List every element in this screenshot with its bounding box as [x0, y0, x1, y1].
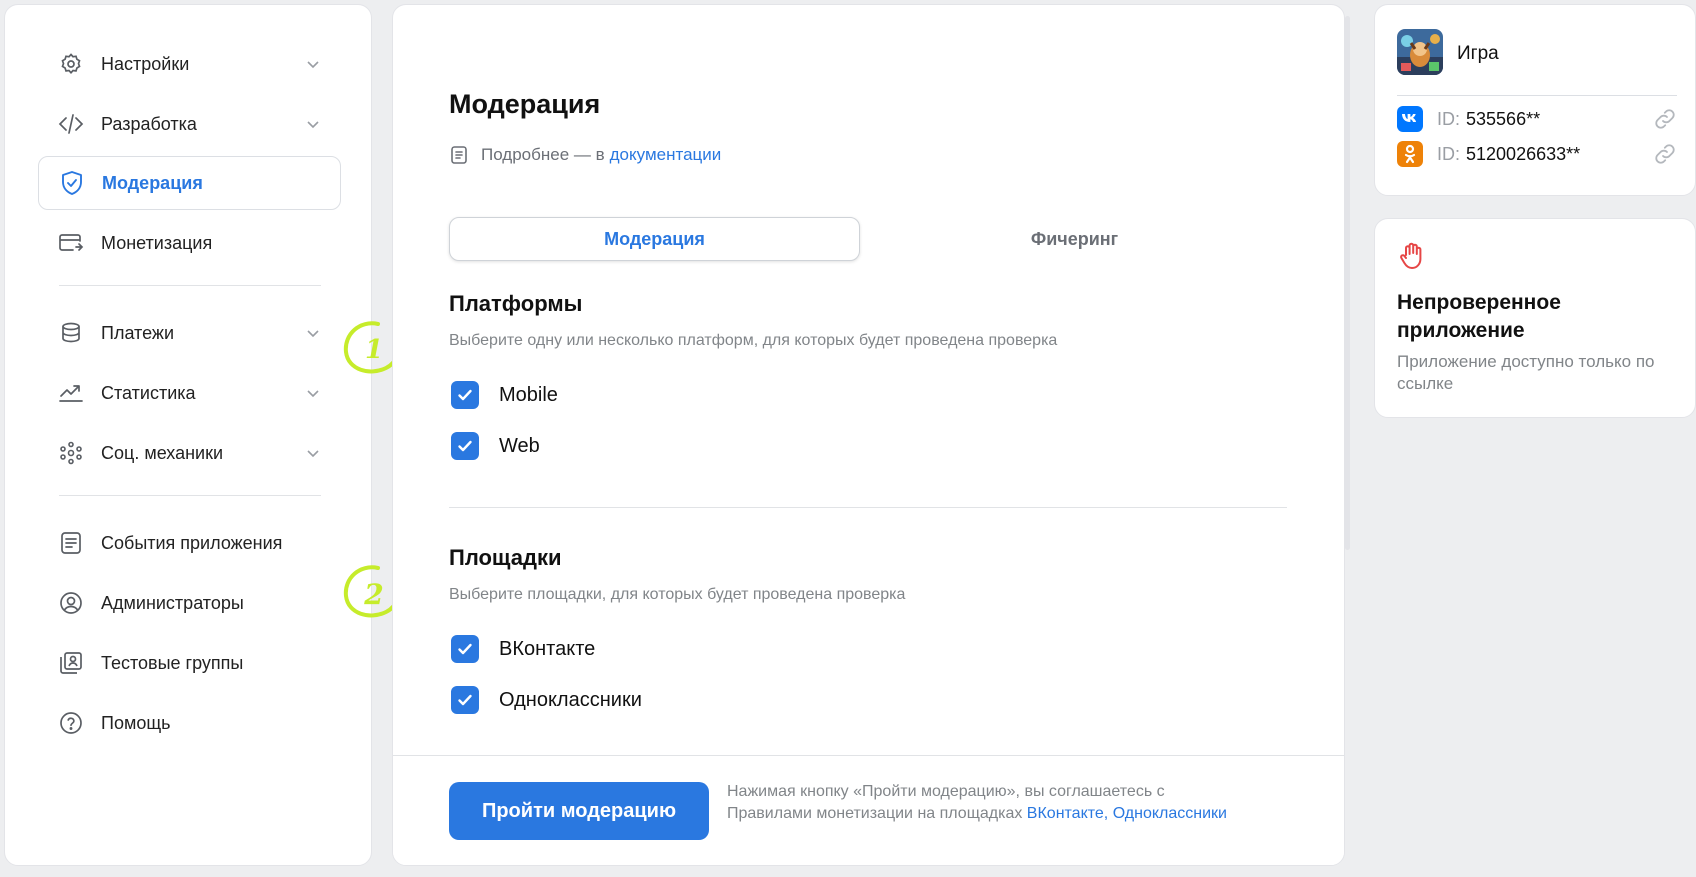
svg-text:2: 2 — [363, 578, 383, 611]
sidebar-item-admins[interactable]: Администраторы — [38, 576, 341, 630]
app-name: Игра — [1457, 43, 1499, 64]
venues-title: Площадки — [449, 545, 562, 570]
sidebar: Настройки Разработка Модерация Монетизац… — [4, 4, 372, 866]
checkbox-checked[interactable] — [451, 686, 479, 714]
docs-hint: Подробнее — в документации — [449, 145, 721, 165]
sidebar-item-settings[interactable]: Настройки — [38, 37, 341, 91]
chevron-down-icon — [307, 61, 319, 69]
sidebar-item-payments[interactable]: Платежи — [38, 306, 341, 360]
tab-moderation[interactable]: Модерация — [449, 217, 860, 261]
checkmark-icon — [458, 389, 472, 401]
chevron-down-icon — [307, 390, 319, 398]
scrollbar[interactable] — [1345, 16, 1350, 550]
card-divider — [1397, 95, 1677, 96]
hand-stop-icon — [1400, 242, 1422, 269]
link-icon[interactable] — [1653, 142, 1677, 166]
platforms-description: Выберите одну или несколько платформ, дл… — [449, 332, 1058, 349]
checkbox-checked[interactable] — [451, 635, 479, 663]
page-title: Модерация — [449, 89, 601, 119]
docs-link[interactable]: документации — [610, 145, 722, 165]
vk-rules-link[interactable]: ВКонтакте — [1027, 805, 1104, 822]
test-groups-icon — [58, 650, 84, 676]
app-avatar — [1397, 29, 1443, 75]
platforms-title: Платформы — [449, 291, 583, 316]
checkbox-web[interactable]: Web — [451, 432, 540, 460]
link-icon[interactable] — [1653, 107, 1677, 131]
checkmark-icon — [458, 694, 472, 706]
status-title: Непроверенное приложение — [1397, 291, 1561, 342]
vk-id-row: ID: 535566** — [1397, 105, 1687, 133]
sidebar-item-test-groups[interactable]: Тестовые группы — [38, 636, 341, 690]
code-icon — [58, 111, 84, 137]
coins-icon — [58, 320, 84, 346]
checkmark-icon — [458, 643, 472, 655]
card-icon — [58, 230, 84, 256]
moderation-footer: Пройти модерацию Нажимая кнопку «Пройти … — [393, 755, 1344, 865]
sidebar-item-help[interactable]: Помощь — [38, 696, 341, 750]
tab-featuring[interactable]: Фичеринг — [869, 217, 1280, 261]
sidebar-divider — [59, 285, 321, 286]
checkbox-checked[interactable] — [451, 432, 479, 460]
sidebar-item-social[interactable]: Соц. механики — [38, 426, 341, 480]
main-panel: Модерация Подробнее — в документации Мод… — [392, 4, 1345, 866]
sidebar-divider — [59, 495, 321, 496]
terms-note: Нажимая кнопку «Пройти модерацию», вы со… — [727, 783, 1227, 822]
vk-logo-icon — [1397, 106, 1423, 132]
chevron-down-icon — [307, 330, 319, 338]
section-divider — [449, 507, 1287, 508]
shield-icon — [59, 170, 85, 196]
ok-id-value: 5120026633** — [1466, 143, 1581, 164]
vk-id-value: 535566** — [1466, 108, 1541, 129]
checkbox-vkontakte[interactable]: ВКонтакте — [451, 635, 595, 663]
social-icon — [58, 440, 84, 466]
ok-rules-link[interactable]: Одноклассники — [1113, 805, 1227, 822]
user-circle-icon — [58, 590, 84, 616]
sidebar-item-statistics[interactable]: Статистика — [38, 366, 341, 420]
gear-icon — [58, 51, 84, 77]
tabs: Модерация Фичеринг — [449, 217, 1287, 261]
ok-id-row: ID: 5120026633** — [1397, 140, 1687, 168]
svg-text:1: 1 — [365, 335, 383, 365]
chevron-down-icon — [307, 450, 319, 458]
sidebar-item-development[interactable]: Разработка — [38, 97, 341, 151]
events-icon — [58, 530, 84, 556]
checkmark-icon — [458, 440, 472, 452]
document-icon — [451, 146, 467, 164]
chevron-down-icon — [307, 121, 319, 129]
app-info-card: Игра ID: 535566** ID: 5120026633** — [1374, 4, 1696, 196]
checkbox-checked[interactable] — [451, 381, 479, 409]
sidebar-item-moderation[interactable]: Модерация — [38, 156, 341, 210]
sidebar-item-monetization[interactable]: Монетизация — [38, 216, 341, 270]
submit-moderation-button[interactable]: Пройти модерацию — [449, 782, 709, 840]
sidebar-item-app-events[interactable]: События приложения — [38, 516, 341, 570]
checkbox-mobile[interactable]: Mobile — [451, 381, 558, 409]
chart-icon — [58, 380, 84, 406]
help-icon — [58, 710, 84, 736]
ok-logo-icon — [1397, 141, 1423, 167]
venues-description: Выберите площадки, для которых будет про… — [449, 586, 906, 603]
checkbox-odnoklassniki[interactable]: Одноклассники — [451, 686, 642, 714]
app-status-card: Непроверенное приложение Приложение дост… — [1374, 218, 1696, 418]
status-description: Приложение доступно только по ссылке — [1397, 352, 1655, 393]
